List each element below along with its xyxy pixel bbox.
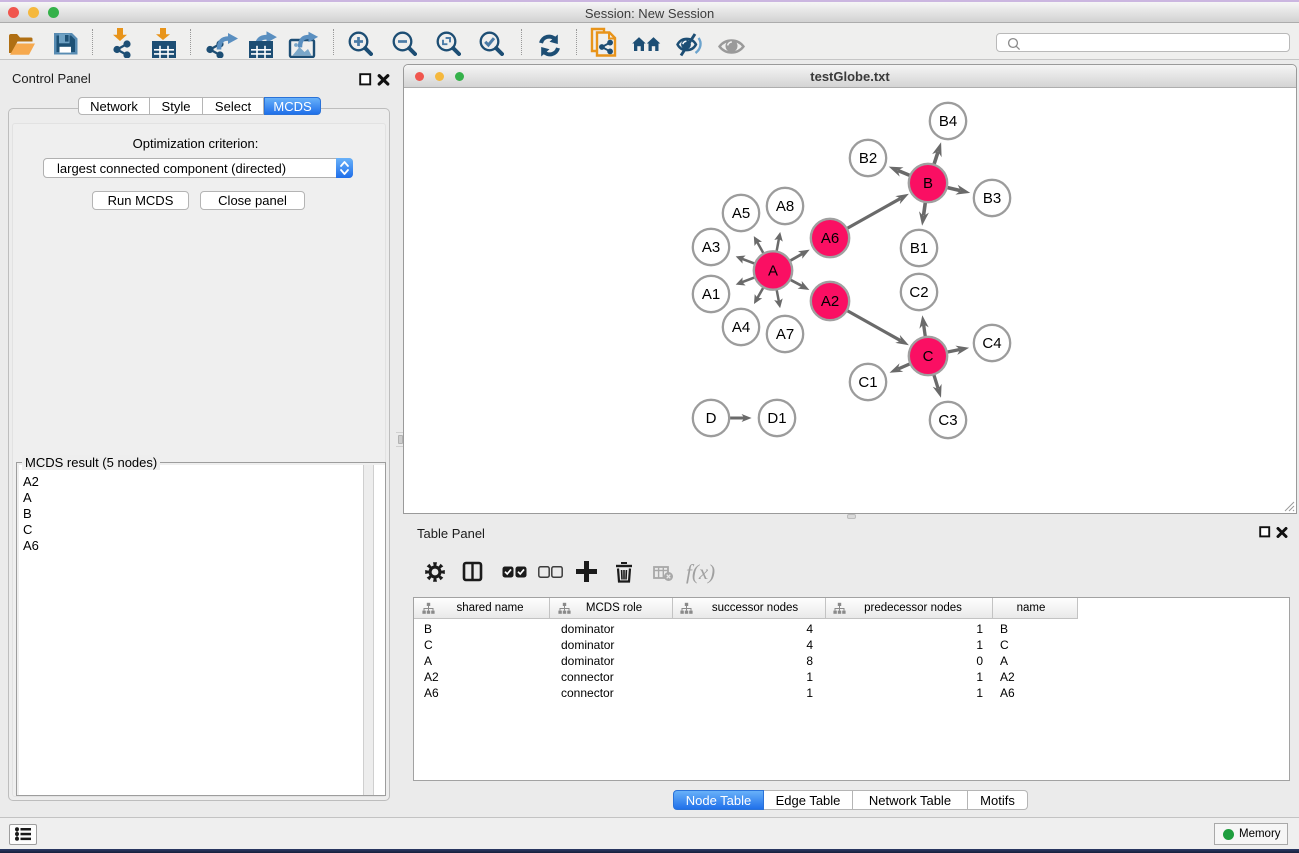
svg-text:B4: B4	[939, 113, 957, 130]
svg-text:A7: A7	[776, 326, 794, 343]
svg-text:A: A	[768, 263, 778, 280]
svg-text:B1: B1	[910, 240, 928, 257]
svg-text:A6: A6	[821, 230, 839, 247]
svg-text:A5: A5	[732, 205, 750, 222]
svg-text:A4: A4	[732, 319, 750, 336]
svg-text:C1: C1	[858, 374, 877, 391]
svg-text:C3: C3	[938, 412, 957, 429]
svg-text:C2: C2	[909, 284, 928, 301]
svg-text:B3: B3	[983, 190, 1001, 207]
svg-text:A3: A3	[702, 239, 720, 256]
svg-text:A8: A8	[776, 198, 794, 215]
svg-text:B: B	[923, 175, 933, 192]
svg-text:B2: B2	[859, 150, 877, 167]
svg-text:C4: C4	[982, 335, 1001, 352]
svg-text:D1: D1	[767, 410, 786, 427]
svg-text:C: C	[923, 348, 934, 365]
svg-text:D: D	[706, 410, 717, 427]
svg-text:A1: A1	[702, 286, 720, 303]
svg-text:A2: A2	[821, 293, 839, 310]
